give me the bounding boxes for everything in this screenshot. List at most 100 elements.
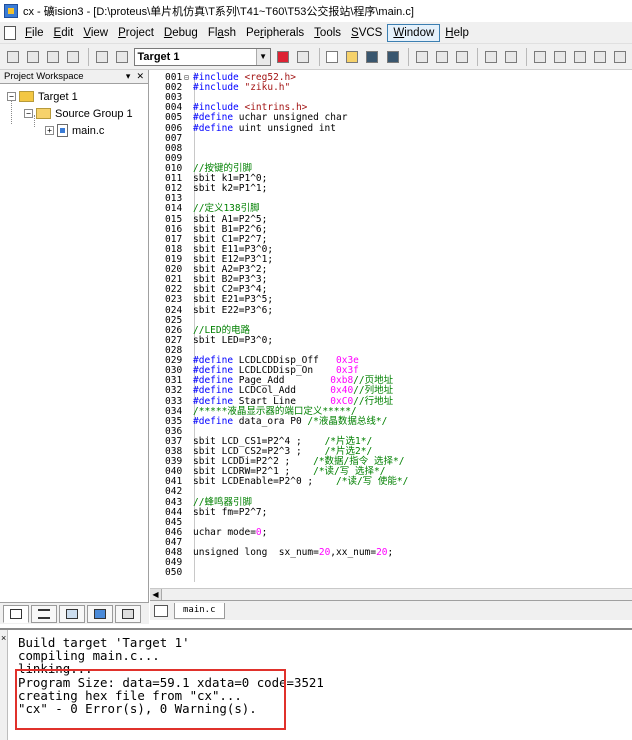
menu-window[interactable]: Window [387,23,441,42]
horizontal-scrollbar[interactable]: ◀ [150,588,632,600]
scroll-left-icon[interactable]: ◀ [150,589,162,600]
code-line[interactable]: 009 [150,153,408,164]
code-line[interactable]: 006 #define uint unsigned int [150,123,408,134]
unindent-icon[interactable] [552,48,569,66]
comment-icon[interactable] [572,48,589,66]
chevron-down-icon[interactable]: ▼ [255,48,270,65]
code-token: 20 [318,547,331,559]
code-line[interactable]: 035 #define data_ora P0 /*液晶数据总线*/ [150,415,408,427]
code-line[interactable]: 032 #define LCDCol_Add 0x40//列地址 [150,386,408,396]
build-icon[interactable] [24,48,41,66]
code-line[interactable]: 025 [150,315,408,326]
code-token: //列地址 [353,385,394,397]
expand-icon[interactable]: + [45,126,54,135]
target-select[interactable]: Target 1 ▼ [133,47,271,66]
code-line[interactable]: 014 //定义138引脚 [150,204,408,214]
batch-build-icon[interactable] [93,48,110,66]
code-line[interactable]: 041 sbit LCDEnable=P2^0 ; /*读/写 使能*/ [150,477,408,487]
copy-icon[interactable] [433,48,450,66]
workspace-tabs [0,602,149,624]
menu-help[interactable]: Help [440,25,474,41]
code-line[interactable]: 012 sbit k2=P1^1; [150,184,408,194]
select-packs-icon[interactable] [295,48,312,66]
tab-files[interactable] [3,604,29,623]
document-icon[interactable] [4,25,16,40]
code-token: /*液晶数据总线*/ [307,415,388,427]
code-line[interactable]: 027 sbit LED=P3^0; [150,335,408,346]
menu-debug[interactable]: Debug [159,25,203,41]
fold-marker [184,346,193,356]
cut-icon[interactable] [413,48,430,66]
code-line[interactable]: 048 unsigned long sx_num= 20 ,xx_num= 20; [150,548,408,558]
menu-flash[interactable]: Flash [203,25,241,41]
download-icon[interactable] [64,48,81,66]
fold-marker [184,144,193,154]
code-line[interactable]: 042 [150,487,408,497]
tab-books[interactable] [59,604,85,623]
code-line[interactable]: 049 [150,558,408,568]
save-all-icon[interactable] [384,48,401,66]
dropdown-icon[interactable]: ▾ [126,71,131,82]
code-line[interactable]: 021 sbit B2=P3^3; [150,275,408,285]
code-line[interactable]: 018 sbit E11=P3^0; [150,244,408,255]
code-line[interactable]: 046 uchar mode= 0; [150,527,408,538]
fold-marker [184,306,193,316]
collapse-icon[interactable]: − [24,109,33,118]
code-line[interactable]: 050 [150,568,408,578]
code-line[interactable]: 043//蜂鸣器引脚 [150,497,408,508]
format-icon[interactable] [612,48,629,66]
redo-icon[interactable] [502,48,519,66]
fold-marker [184,124,193,134]
line-number: 032 [165,385,183,397]
code-line[interactable]: 013 [150,194,408,204]
components-icon[interactable] [275,48,292,66]
close-icon[interactable]: × [1,634,6,643]
code-editor[interactable]: 001 ⊟ #include <reg52.h> 002 #include "ziku.… [150,70,632,588]
uncomment-icon[interactable] [592,48,609,66]
code-line[interactable]: 019 sbit E12=P3^1; [150,254,408,265]
translate-icon[interactable] [4,48,21,66]
code-line[interactable]: 044 sbit fm=P2^7; [150,507,408,518]
indent-icon[interactable] [531,48,548,66]
code-line[interactable]: 010//按键的引脚 [150,163,408,174]
tab-registers[interactable] [31,604,57,623]
code-line[interactable]: 022 sbit C2=P3^4; [150,285,408,295]
menu-project[interactable]: Project [113,25,159,41]
code-line[interactable]: 016 sbit B1=P2^6; [150,224,408,235]
tree-item-source-group[interactable]: − Source Group 1 [0,105,148,122]
code-line[interactable]: 015 sbit A1=P2^5; [150,214,408,225]
code-line[interactable]: 023 sbit E21=P3^5; [150,295,408,305]
code-lines[interactable]: 001 ⊟ #include <reg52.h> 002 #include "ziku.… [150,72,408,578]
code-line[interactable]: 017 sbit C1=P2^7; [150,234,408,245]
fold-marker [184,326,193,336]
paste-icon[interactable] [453,48,470,66]
menu-peripherals[interactable]: Peripherals [241,25,309,41]
menu-view[interactable]: View [78,25,113,41]
code-line[interactable]: 007 [150,133,408,144]
tab-functions[interactable] [87,604,113,623]
menu-svcs[interactable]: SVCS [346,25,387,41]
code-line[interactable]: 008 [150,143,408,154]
new-file-icon[interactable] [324,48,341,66]
code-line[interactable]: 020 sbit A2=P3^2; [150,264,408,275]
code-line[interactable]: 026//LED的电路 [150,325,408,336]
save-icon[interactable] [364,48,381,66]
code-line[interactable]: 002 #include "ziku.h" [150,82,408,93]
collapse-icon[interactable]: − [7,92,16,101]
undo-icon[interactable] [482,48,499,66]
options-icon[interactable] [113,48,130,66]
code-line[interactable]: 011 sbit k1=P1^0; [150,173,408,184]
tab-main-c[interactable]: main.c [174,602,225,619]
code-line[interactable]: 024 sbit E22=P3^6; [150,305,408,316]
tree-item-target[interactable]: − Target 1 [0,88,148,105]
code-line[interactable]: 045 [150,517,408,528]
rebuild-icon[interactable] [44,48,61,66]
menu-file[interactable]: File [20,25,49,41]
tab-templates[interactable] [115,604,141,623]
close-icon[interactable]: ✕ [136,71,144,82]
tree-item-main-c[interactable]: + main.c [0,122,148,139]
fold-marker[interactable]: ⊟ [184,73,193,83]
menu-tools[interactable]: Tools [309,25,346,41]
open-folder-icon[interactable] [344,48,361,66]
menu-edit[interactable]: Edit [49,25,79,41]
